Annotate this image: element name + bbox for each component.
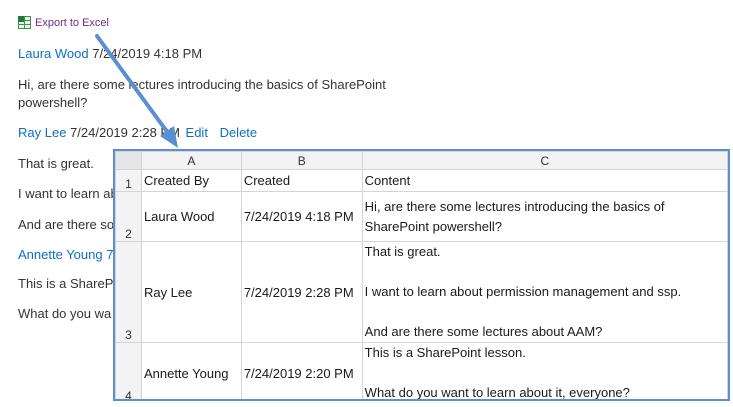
table-cell[interactable]: Annette Young (140, 342, 242, 399)
author-link[interactable]: Laura Wood (18, 46, 89, 61)
table-row: 1 Created By Created Content (115, 169, 728, 192)
edit-link[interactable]: Edit (186, 125, 208, 140)
post-body-line: Hi, are there some lectures introducing … (18, 77, 386, 92)
row-number[interactable]: 4 (115, 342, 142, 399)
column-header-row: A B C (115, 151, 728, 170)
row-number[interactable]: 1 (115, 169, 142, 192)
author-link[interactable]: Ray Lee (18, 125, 66, 140)
post-body-line: I want to learn ab (18, 186, 118, 201)
table-cell[interactable]: Created (240, 169, 363, 192)
select-all-corner[interactable] (115, 151, 142, 170)
excel-icon (18, 16, 31, 29)
table-cell[interactable]: Ray Lee (140, 241, 242, 343)
table-cell[interactable]: That is great. I want to learn about per… (361, 241, 728, 343)
table-row: 3 Ray Lee 7/24/2019 2:28 PM That is grea… (115, 241, 728, 343)
excel-spreadsheet-preview: A B C 1 Created By Created Content 2 Lau… (113, 149, 730, 401)
export-to-excel-link[interactable]: Export to Excel (18, 16, 109, 29)
table-cell[interactable]: This is a SharePoint lesson. What do you… (361, 342, 728, 399)
table-cell[interactable]: 7/24/2019 4:18 PM (240, 191, 363, 242)
row-number[interactable]: 3 (115, 241, 142, 343)
post-timestamp: 7/24/2019 2:28 PM (70, 125, 180, 140)
post-body-line: What do you wa (18, 306, 112, 321)
column-header[interactable]: B (240, 151, 363, 170)
export-link-label: Export to Excel (35, 16, 109, 29)
table-row: 4 Annette Young 7/24/2019 2:20 PM This i… (115, 342, 728, 399)
post-header: Annette Young 7 (18, 247, 113, 262)
table-row: 2 Laura Wood 7/24/2019 4:18 PM Hi, are t… (115, 191, 728, 242)
spreadsheet-grid: A B C 1 Created By Created Content 2 Lau… (115, 151, 728, 399)
post-header: Ray Lee 7/24/2019 2:28 PM Edit Delete (18, 125, 257, 140)
table-cell[interactable]: Laura Wood (140, 191, 242, 242)
post-body-line: And are there so (18, 217, 115, 232)
post-body-line: That is great. (18, 156, 94, 171)
post-timestamp: 7/24/2019 4:18 PM (92, 46, 203, 61)
post-body-line: powershell? (18, 95, 88, 110)
table-cell[interactable]: 7/24/2019 2:20 PM (240, 342, 363, 399)
post-header: Laura Wood 7/24/2019 4:18 PM (18, 46, 202, 61)
table-cell[interactable]: Created By (140, 169, 242, 192)
column-header[interactable]: C (361, 151, 728, 170)
post-body-line: This is a SharePo (18, 276, 121, 291)
table-cell[interactable]: 7/24/2019 2:28 PM (240, 241, 363, 343)
row-number[interactable]: 2 (115, 191, 142, 242)
column-header[interactable]: A (140, 151, 242, 170)
delete-link[interactable]: Delete (220, 125, 258, 140)
table-cell[interactable]: Hi, are there some lectures introducing … (361, 191, 728, 242)
author-link[interactable]: Annette Young (18, 247, 103, 262)
table-cell[interactable]: Content (361, 169, 728, 192)
